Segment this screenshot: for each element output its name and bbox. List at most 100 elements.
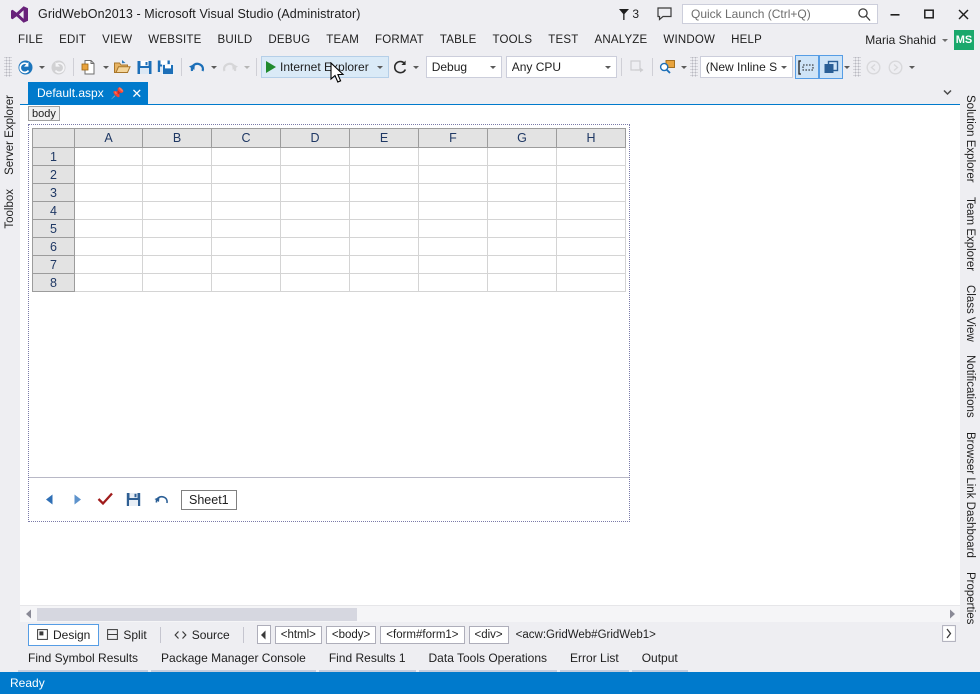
cell-e1[interactable]	[349, 147, 419, 166]
tab-find-symbol-results[interactable]: Find Symbol Results	[18, 647, 149, 673]
cell-f8[interactable]	[418, 273, 488, 292]
scrollbar-thumb[interactable]	[37, 607, 357, 621]
attach-style-sheet-button[interactable]	[818, 55, 843, 79]
new-item-dropdown[interactable]	[100, 56, 111, 78]
menu-item-debug[interactable]: DEBUG	[260, 31, 318, 49]
column-header-c[interactable]: C	[211, 128, 281, 148]
next-sheet-button[interactable]	[69, 491, 86, 508]
navigate-back-dropdown[interactable]	[36, 56, 47, 78]
design-horizontal-scrollbar[interactable]	[20, 605, 960, 622]
row-header-2[interactable]: 2	[32, 165, 75, 184]
cell-b2[interactable]	[142, 165, 212, 184]
column-header-e[interactable]: E	[349, 128, 419, 148]
run-target-dropdown[interactable]	[375, 56, 386, 78]
cell-e2[interactable]	[349, 165, 419, 184]
cell-d1[interactable]	[280, 147, 350, 166]
cell-f6[interactable]	[418, 237, 488, 256]
menu-item-format[interactable]: FORMAT	[367, 31, 432, 49]
sidebar-item-properties[interactable]: Properties	[962, 564, 978, 632]
pin-icon[interactable]: 📌	[111, 87, 125, 100]
menu-item-team[interactable]: TEAM	[318, 31, 367, 49]
maximize-button[interactable]	[912, 0, 946, 28]
scroll-right-button[interactable]	[943, 606, 960, 623]
column-header-d[interactable]: D	[280, 128, 350, 148]
cell-a2[interactable]	[74, 165, 143, 184]
cell-d3[interactable]	[280, 183, 350, 202]
breadcrumb-item-form[interactable]: <form#form1>	[380, 625, 465, 644]
chevron-down-icon[interactable]	[601, 65, 616, 69]
refresh-dropdown[interactable]	[411, 56, 422, 78]
menu-item-edit[interactable]: EDIT	[51, 31, 94, 49]
tab-design-view[interactable]: Design	[28, 623, 100, 646]
find-in-files-button[interactable]	[657, 56, 679, 78]
sidebar-item-solution-explorer[interactable]: Solution Explorer	[962, 88, 978, 190]
cell-c7[interactable]	[211, 255, 281, 274]
menu-item-analyze[interactable]: ANALYZE	[586, 31, 655, 49]
breadcrumb-item-html[interactable]: <html>	[274, 625, 322, 644]
sidebar-item-browser-link-dashboard[interactable]: Browser Link Dashboard	[962, 425, 978, 565]
menu-item-test[interactable]: TEST	[540, 31, 586, 49]
cell-c1[interactable]	[211, 147, 281, 166]
user-account-area[interactable]: Maria Shahid MS	[865, 30, 980, 50]
row-header-3[interactable]: 3	[32, 183, 75, 202]
menu-item-help[interactable]: HELP	[723, 31, 770, 49]
cell-b4[interactable]	[142, 201, 212, 220]
tab-package-manager-console[interactable]: Package Manager Console	[151, 647, 316, 673]
column-header-h[interactable]: H	[556, 128, 626, 148]
breadcrumb-item-body[interactable]: <body>	[325, 625, 377, 644]
cell-g4[interactable]	[487, 201, 557, 220]
feedback-button[interactable]	[647, 7, 682, 21]
cell-h3[interactable]	[556, 183, 626, 202]
cell-g1[interactable]	[487, 147, 557, 166]
toolbar-grip-handle[interactable]	[4, 57, 12, 77]
row-header-5[interactable]: 5	[32, 219, 75, 238]
close-icon[interactable]: ✕	[131, 87, 142, 100]
cell-f4[interactable]	[418, 201, 488, 220]
cell-a6[interactable]	[74, 237, 143, 256]
undo-dropdown[interactable]	[208, 56, 219, 78]
sidebar-item-server-explorer[interactable]: Server Explorer	[2, 88, 18, 182]
cell-g7[interactable]	[487, 255, 557, 274]
start-debugging-button[interactable]: Internet Explorer	[261, 56, 389, 78]
refresh-button[interactable]	[389, 56, 411, 78]
cell-g2[interactable]	[487, 165, 557, 184]
chevron-down-icon[interactable]	[777, 65, 792, 69]
cell-b8[interactable]	[142, 273, 212, 292]
open-file-button[interactable]	[111, 56, 133, 78]
cell-e3[interactable]	[349, 183, 419, 202]
close-button[interactable]	[946, 0, 980, 28]
scroll-left-button[interactable]	[20, 606, 37, 623]
column-header-f[interactable]: F	[418, 128, 488, 148]
tag-selector-body[interactable]: body	[28, 106, 60, 121]
cell-c3[interactable]	[211, 183, 281, 202]
cell-h7[interactable]	[556, 255, 626, 274]
menu-item-table[interactable]: TABLE	[432, 31, 485, 49]
save-all-button[interactable]	[155, 56, 177, 78]
cell-c8[interactable]	[211, 273, 281, 292]
cell-c2[interactable]	[211, 165, 281, 184]
cell-a3[interactable]	[74, 183, 143, 202]
cell-g5[interactable]	[487, 219, 557, 238]
cell-b5[interactable]	[142, 219, 212, 238]
cell-d8[interactable]	[280, 273, 350, 292]
breadcrumb-expand-button[interactable]	[942, 624, 960, 645]
solution-configuration-combo[interactable]: Debug	[425, 56, 502, 78]
sidebar-item-notifications[interactable]: Notifications	[962, 348, 978, 426]
solution-platform-combo[interactable]: Any CPU	[505, 56, 617, 78]
breadcrumb-item-gridweb[interactable]: <acw:GridWeb#GridWeb1>	[513, 627, 659, 643]
sheet-tab-sheet1[interactable]: Sheet1	[181, 489, 237, 510]
cell-c6[interactable]	[211, 237, 281, 256]
design-surface[interactable]: A B C D E F G H 1 2 3 4 5 6 7 8 Sheet1	[20, 122, 960, 605]
row-header-4[interactable]: 4	[32, 201, 75, 220]
gridweb-control[interactable]: A B C D E F G H 1 2 3 4 5 6 7 8 Sheet1	[28, 124, 630, 522]
toolbar-grip-handle[interactable]	[689, 57, 698, 77]
scrollbar-track[interactable]	[37, 606, 943, 623]
tab-output[interactable]: Output	[631, 647, 688, 673]
cell-a8[interactable]	[74, 273, 143, 292]
cell-a1[interactable]	[74, 147, 143, 166]
style-application-combo[interactable]: (New Inline Style	[699, 56, 793, 78]
row-header-8[interactable]: 8	[32, 273, 75, 292]
style-selection-button[interactable]	[794, 55, 819, 79]
menu-item-website[interactable]: WEBSITE	[140, 31, 209, 49]
cell-b1[interactable]	[142, 147, 212, 166]
